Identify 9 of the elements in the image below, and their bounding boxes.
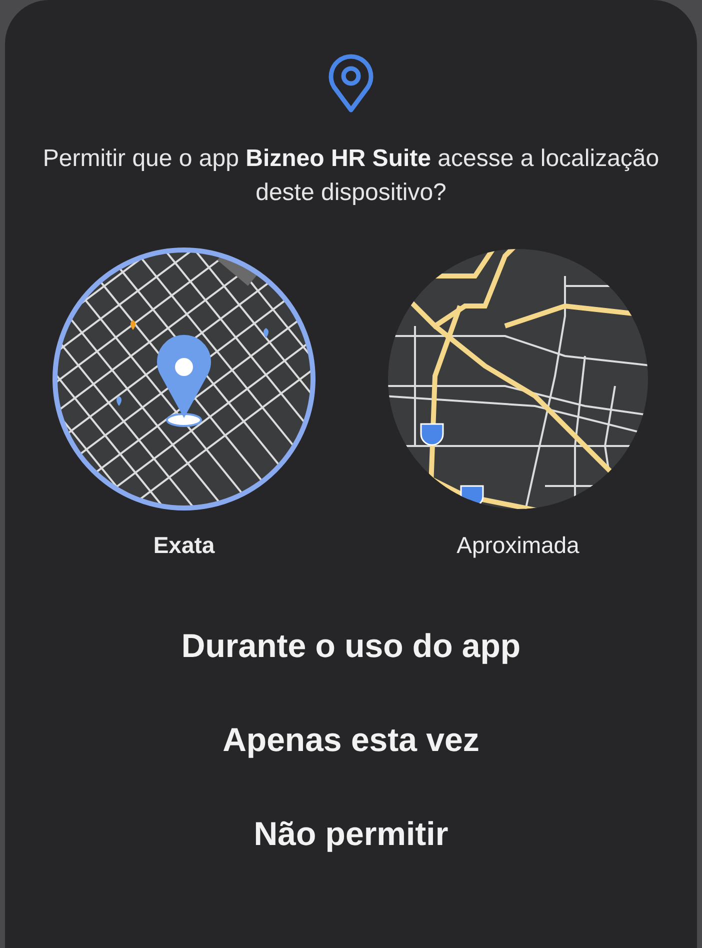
accuracy-label: Aproximada bbox=[456, 532, 580, 559]
dialog-button[interactable]: Apenas esta vez bbox=[202, 713, 500, 767]
location-pin-icon bbox=[326, 54, 376, 114]
permission-message: Permitir que o app Bizneo HR Suite acesse a localização deste dispositivo? bbox=[42, 144, 660, 208]
map-drawing[interactable] bbox=[51, 246, 317, 512]
map-drawing[interactable] bbox=[385, 246, 651, 512]
accuracy-label: Exata bbox=[153, 532, 215, 559]
dialog-button[interactable]: Não permitir bbox=[234, 807, 468, 861]
dialog-button[interactable]: Durante o uso do app bbox=[161, 619, 541, 673]
